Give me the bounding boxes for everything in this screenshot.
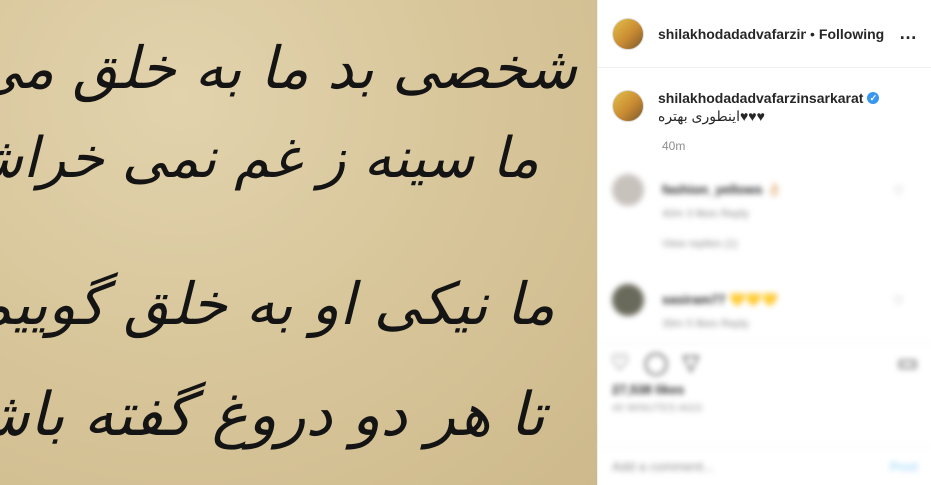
comment-meta[interactable]: 40m 3 likes Reply [662, 208, 749, 220]
comment-bubble-icon[interactable]: ◯ [644, 350, 669, 376]
comment-item: fashion_yellows 👌🏻 40m 3 likes Reply ♡ V… [612, 174, 918, 264]
add-comment-input[interactable]: Add a comment... [612, 459, 714, 474]
comment-avatar[interactable] [612, 284, 644, 316]
bookmark-icon[interactable]: ▭ [897, 350, 918, 376]
comment-emoji: 💛💛💛 [729, 292, 778, 307]
caption-timestamp[interactable]: 40m [598, 139, 931, 153]
comment-username[interactable]: sasiram77 [662, 292, 726, 307]
comment-username[interactable]: fashion_yellows [662, 182, 762, 197]
add-comment-bar: Add a comment... Post [598, 446, 931, 485]
post-sidebar: shilakhodadadvafarzinsarkarat • Followin… [597, 0, 931, 485]
comment-emoji: 👌🏻 [766, 182, 783, 197]
like-heart-icon[interactable]: ♡ [610, 350, 630, 376]
poem-line-2: ما سینه ز غم نمی خراشیم [0, 126, 539, 191]
poem-line-4: تا هر دو دروغ گفته باشیم [0, 380, 545, 450]
poem-line-3: ما نیکی او به خلق گوییم [0, 270, 555, 338]
caption-username[interactable]: shilakhodadadvafarzinsarkarat [658, 90, 863, 106]
share-icon[interactable]: ▽ [682, 350, 699, 376]
verified-badge-icon: ✓ [867, 92, 880, 104]
comment-like-icon[interactable]: ♡ [893, 294, 904, 308]
caption-text: ♥♥♥اینطوری بهتره [658, 108, 765, 124]
caption-avatar[interactable] [612, 90, 644, 122]
header-username[interactable]: shilakhodadadvafarzinsarkarat [658, 26, 806, 42]
separator-dot: • [810, 25, 815, 42]
more-options-icon[interactable]: … [899, 23, 918, 44]
caption: shilakhodadadvafarzinsarkarat ✓ ♥♥♥اینطو… [598, 68, 931, 125]
author-avatar[interactable] [612, 17, 644, 50]
likes-count[interactable]: 27,538 likes [598, 382, 931, 397]
poem-line-1: شخصی بد ما به خلق می گفت [0, 34, 577, 102]
post-header: shilakhodadadvafarzinsarkarat • Followin… [598, 0, 931, 68]
view-replies-link[interactable]: View replies (1) [662, 238, 738, 250]
post-image[interactable]: شخصی بد ما به خلق می گفت ما سینه ز غم نم… [0, 0, 597, 485]
post-comment-button[interactable]: Post [890, 459, 918, 474]
comment-meta[interactable]: 39m 5 likes Reply [662, 318, 749, 330]
comment-avatar[interactable] [612, 174, 644, 206]
post-time-ago: 40 MINUTES AGO [612, 403, 703, 414]
comment-item: sasiram77 💛💛💛 39m 5 likes Reply ♡ [612, 284, 918, 334]
comment-like-icon[interactable]: ♡ [893, 184, 904, 198]
post-actions: ♡ ◯ ▽ ▭ 27,538 likes 40 MINUTES AGO [598, 343, 931, 414]
following-button[interactable]: Following [819, 26, 884, 42]
